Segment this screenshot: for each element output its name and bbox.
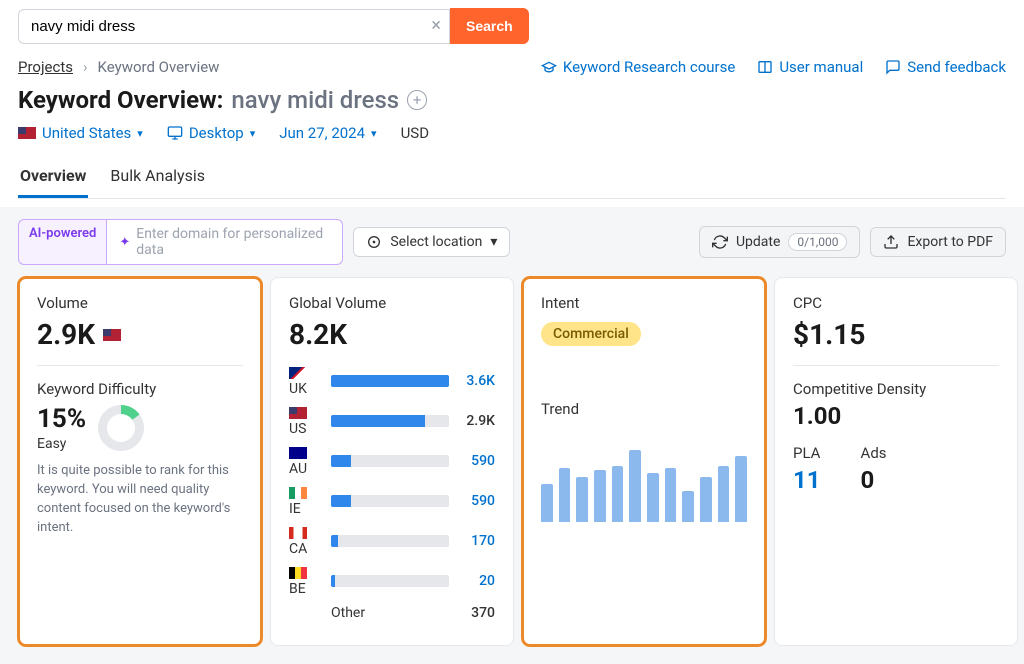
volume-value: 2.9K — [37, 318, 121, 351]
flag-us-icon — [103, 329, 121, 341]
flag-icon — [289, 487, 307, 499]
volume-label: Volume — [37, 294, 243, 312]
pla-label: PLA — [793, 444, 821, 462]
cpc-value: $1.15 — [793, 318, 865, 351]
breadcrumb: Projects › Keyword Overview — [18, 58, 219, 76]
gv-other-label: Other — [331, 605, 449, 621]
export-icon — [883, 234, 899, 250]
gv-row[interactable]: BE20 — [289, 565, 495, 597]
chevron-down-icon: ▾ — [490, 234, 497, 250]
flag-us-icon — [18, 127, 36, 139]
card-cpc: CPC $1.15 Competitive Density 1.00 PLA 1… — [774, 277, 1018, 646]
cd-value: 1.00 — [793, 402, 999, 430]
flag-icon — [289, 567, 307, 579]
add-keyword-button[interactable]: + — [407, 90, 427, 110]
trend-label: Trend — [541, 400, 747, 418]
trend-bar — [682, 491, 694, 523]
page-keyword: navy midi dress — [231, 86, 399, 114]
trend-bar — [700, 477, 712, 522]
pla-value[interactable]: 11 — [793, 466, 821, 494]
ads-value: 0 — [861, 466, 887, 494]
gv-row[interactable]: CA170 — [289, 525, 495, 557]
gv-other-value: 370 — [459, 605, 495, 621]
gv-row[interactable]: AU590 — [289, 445, 495, 477]
chat-icon — [885, 59, 901, 75]
intent-value: Commercial — [541, 322, 641, 346]
trend-bar — [629, 450, 641, 522]
flag-icon — [289, 407, 307, 419]
sparkle-icon: ✦ — [119, 235, 130, 250]
search-input[interactable] — [19, 10, 449, 43]
gv-row[interactable]: IE590 — [289, 485, 495, 517]
cd-label: Competitive Density — [793, 380, 999, 398]
chevron-down-icon: ▾ — [137, 127, 143, 140]
kd-description: It is quite possible to rank for this ke… — [37, 462, 243, 537]
desktop-icon — [167, 125, 183, 141]
kd-donut-chart — [98, 405, 144, 451]
kd-label: Keyword Difficulty — [37, 380, 243, 398]
export-button[interactable]: Export to PDF — [870, 227, 1006, 257]
card-volume: Volume 2.9K Keyword Difficulty 15% Easy … — [18, 277, 262, 646]
kd-percent: 15% — [37, 404, 86, 434]
gv-row[interactable]: UK3.6K — [289, 365, 495, 397]
trend-bar — [647, 473, 659, 523]
kd-level: Easy — [37, 436, 86, 452]
cpc-label: CPC — [793, 294, 999, 312]
link-course[interactable]: Keyword Research course — [541, 58, 735, 76]
clear-icon[interactable]: × — [431, 17, 441, 35]
card-intent: Intent Commercial Trend — [522, 277, 766, 646]
link-manual[interactable]: User manual — [757, 58, 863, 76]
gv-value: 8.2K — [289, 318, 347, 351]
filter-date[interactable]: Jun 27, 2024▾ — [279, 124, 376, 142]
trend-bar — [594, 470, 606, 522]
ai-powered-chip: AI-powered — [18, 219, 107, 265]
search-wrapper: × — [18, 9, 450, 44]
trend-bar — [559, 468, 571, 522]
chevron-right-icon: › — [83, 58, 88, 76]
gv-label: Global Volume — [289, 294, 495, 312]
card-global-volume: Global Volume 8.2K UK3.6K US2.9K AU590 IE59… — [270, 277, 514, 646]
breadcrumb-current: Keyword Overview — [98, 58, 220, 76]
flag-icon — [289, 447, 307, 459]
trend-bar — [612, 466, 624, 522]
trend-bar — [665, 468, 677, 522]
graduation-icon — [541, 59, 557, 75]
link-feedback[interactable]: Send feedback — [885, 58, 1006, 76]
currency-label: USD — [401, 124, 429, 142]
search-button[interactable]: Search — [450, 8, 529, 44]
intent-label: Intent — [541, 294, 747, 312]
update-button[interactable]: Update 0/1,000 — [699, 226, 861, 258]
update-count: 0/1,000 — [788, 233, 847, 251]
flag-icon — [289, 367, 307, 379]
trend-bar — [718, 466, 730, 522]
page-title: Keyword Overview: — [18, 86, 223, 114]
flag-icon — [289, 527, 307, 539]
book-icon — [757, 59, 773, 75]
trend-chart — [541, 432, 747, 522]
domain-input[interactable]: ✦ Enter domain for personalized data — [107, 219, 343, 265]
trend-bar — [541, 484, 553, 522]
filter-device[interactable]: Desktop▾ — [167, 124, 255, 142]
refresh-icon — [712, 234, 728, 250]
gv-row[interactable]: US2.9K — [289, 405, 495, 437]
select-location[interactable]: Select location ▾ — [353, 227, 510, 257]
target-icon — [366, 234, 382, 250]
trend-bar — [576, 477, 588, 522]
tab-bulk[interactable]: Bulk Analysis — [108, 156, 207, 198]
filter-country[interactable]: United States▾ — [18, 124, 143, 142]
tab-overview[interactable]: Overview — [18, 156, 88, 198]
ads-label: Ads — [861, 444, 887, 462]
breadcrumb-projects[interactable]: Projects — [18, 58, 73, 76]
trend-bar — [735, 456, 747, 522]
